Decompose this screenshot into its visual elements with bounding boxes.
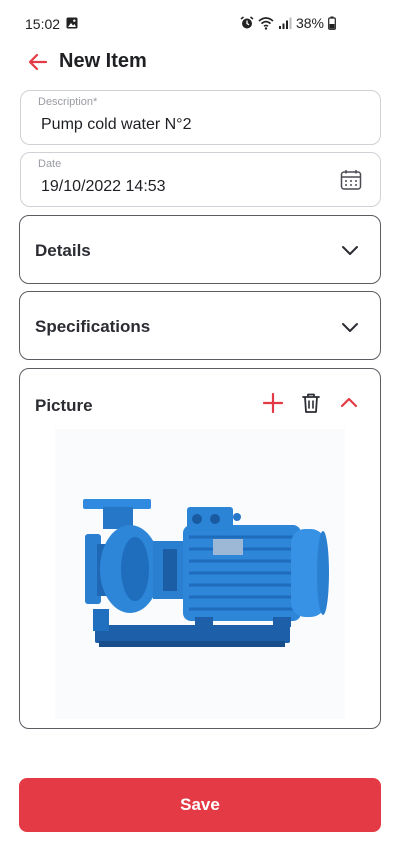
plus-icon[interactable] bbox=[261, 391, 285, 415]
item-picture[interactable] bbox=[55, 429, 345, 719]
specifications-title: Specifications bbox=[35, 317, 151, 336]
chevron-down-icon[interactable] bbox=[340, 240, 360, 260]
battery-percent: 38% bbox=[295, 15, 324, 31]
date-label: Date bbox=[38, 158, 62, 170]
status-time: 15:02 bbox=[25, 16, 61, 32]
trash-icon[interactable] bbox=[299, 391, 323, 415]
save-button[interactable]: Save bbox=[19, 778, 381, 832]
page-title: New Item bbox=[59, 50, 147, 72]
signal-icon bbox=[278, 17, 292, 29]
description-value[interactable]: Pump cold water N°2 bbox=[41, 116, 191, 134]
picture-section: Picture bbox=[19, 368, 381, 729]
date-value[interactable]: 19/10/2022 14:53 bbox=[41, 178, 166, 196]
details-title: Details bbox=[35, 241, 91, 260]
specifications-section[interactable]: Specifications bbox=[19, 291, 381, 360]
status-bar: 15:02 38% bbox=[0, 0, 400, 48]
picture-title: Picture bbox=[35, 396, 93, 415]
status-icons: 38% bbox=[240, 15, 336, 31]
wifi-icon bbox=[258, 17, 274, 30]
chevron-up-icon[interactable] bbox=[337, 391, 361, 415]
details-section[interactable]: Details bbox=[19, 215, 381, 284]
picture-actions bbox=[261, 391, 361, 415]
app-header: New Item bbox=[0, 44, 400, 80]
date-field[interactable]: Date 19/10/2022 14:53 bbox=[20, 152, 381, 207]
alarm-icon bbox=[240, 16, 254, 29]
calendar-icon[interactable] bbox=[340, 169, 362, 191]
description-field[interactable]: Description* Pump cold water N°2 bbox=[20, 90, 381, 145]
description-label: Description* bbox=[38, 96, 98, 108]
back-arrow-icon[interactable] bbox=[26, 50, 50, 74]
battery-icon bbox=[328, 16, 336, 30]
pump-image bbox=[83, 499, 329, 647]
chevron-down-icon[interactable] bbox=[340, 317, 360, 337]
gallery-notification-icon bbox=[66, 17, 78, 29]
